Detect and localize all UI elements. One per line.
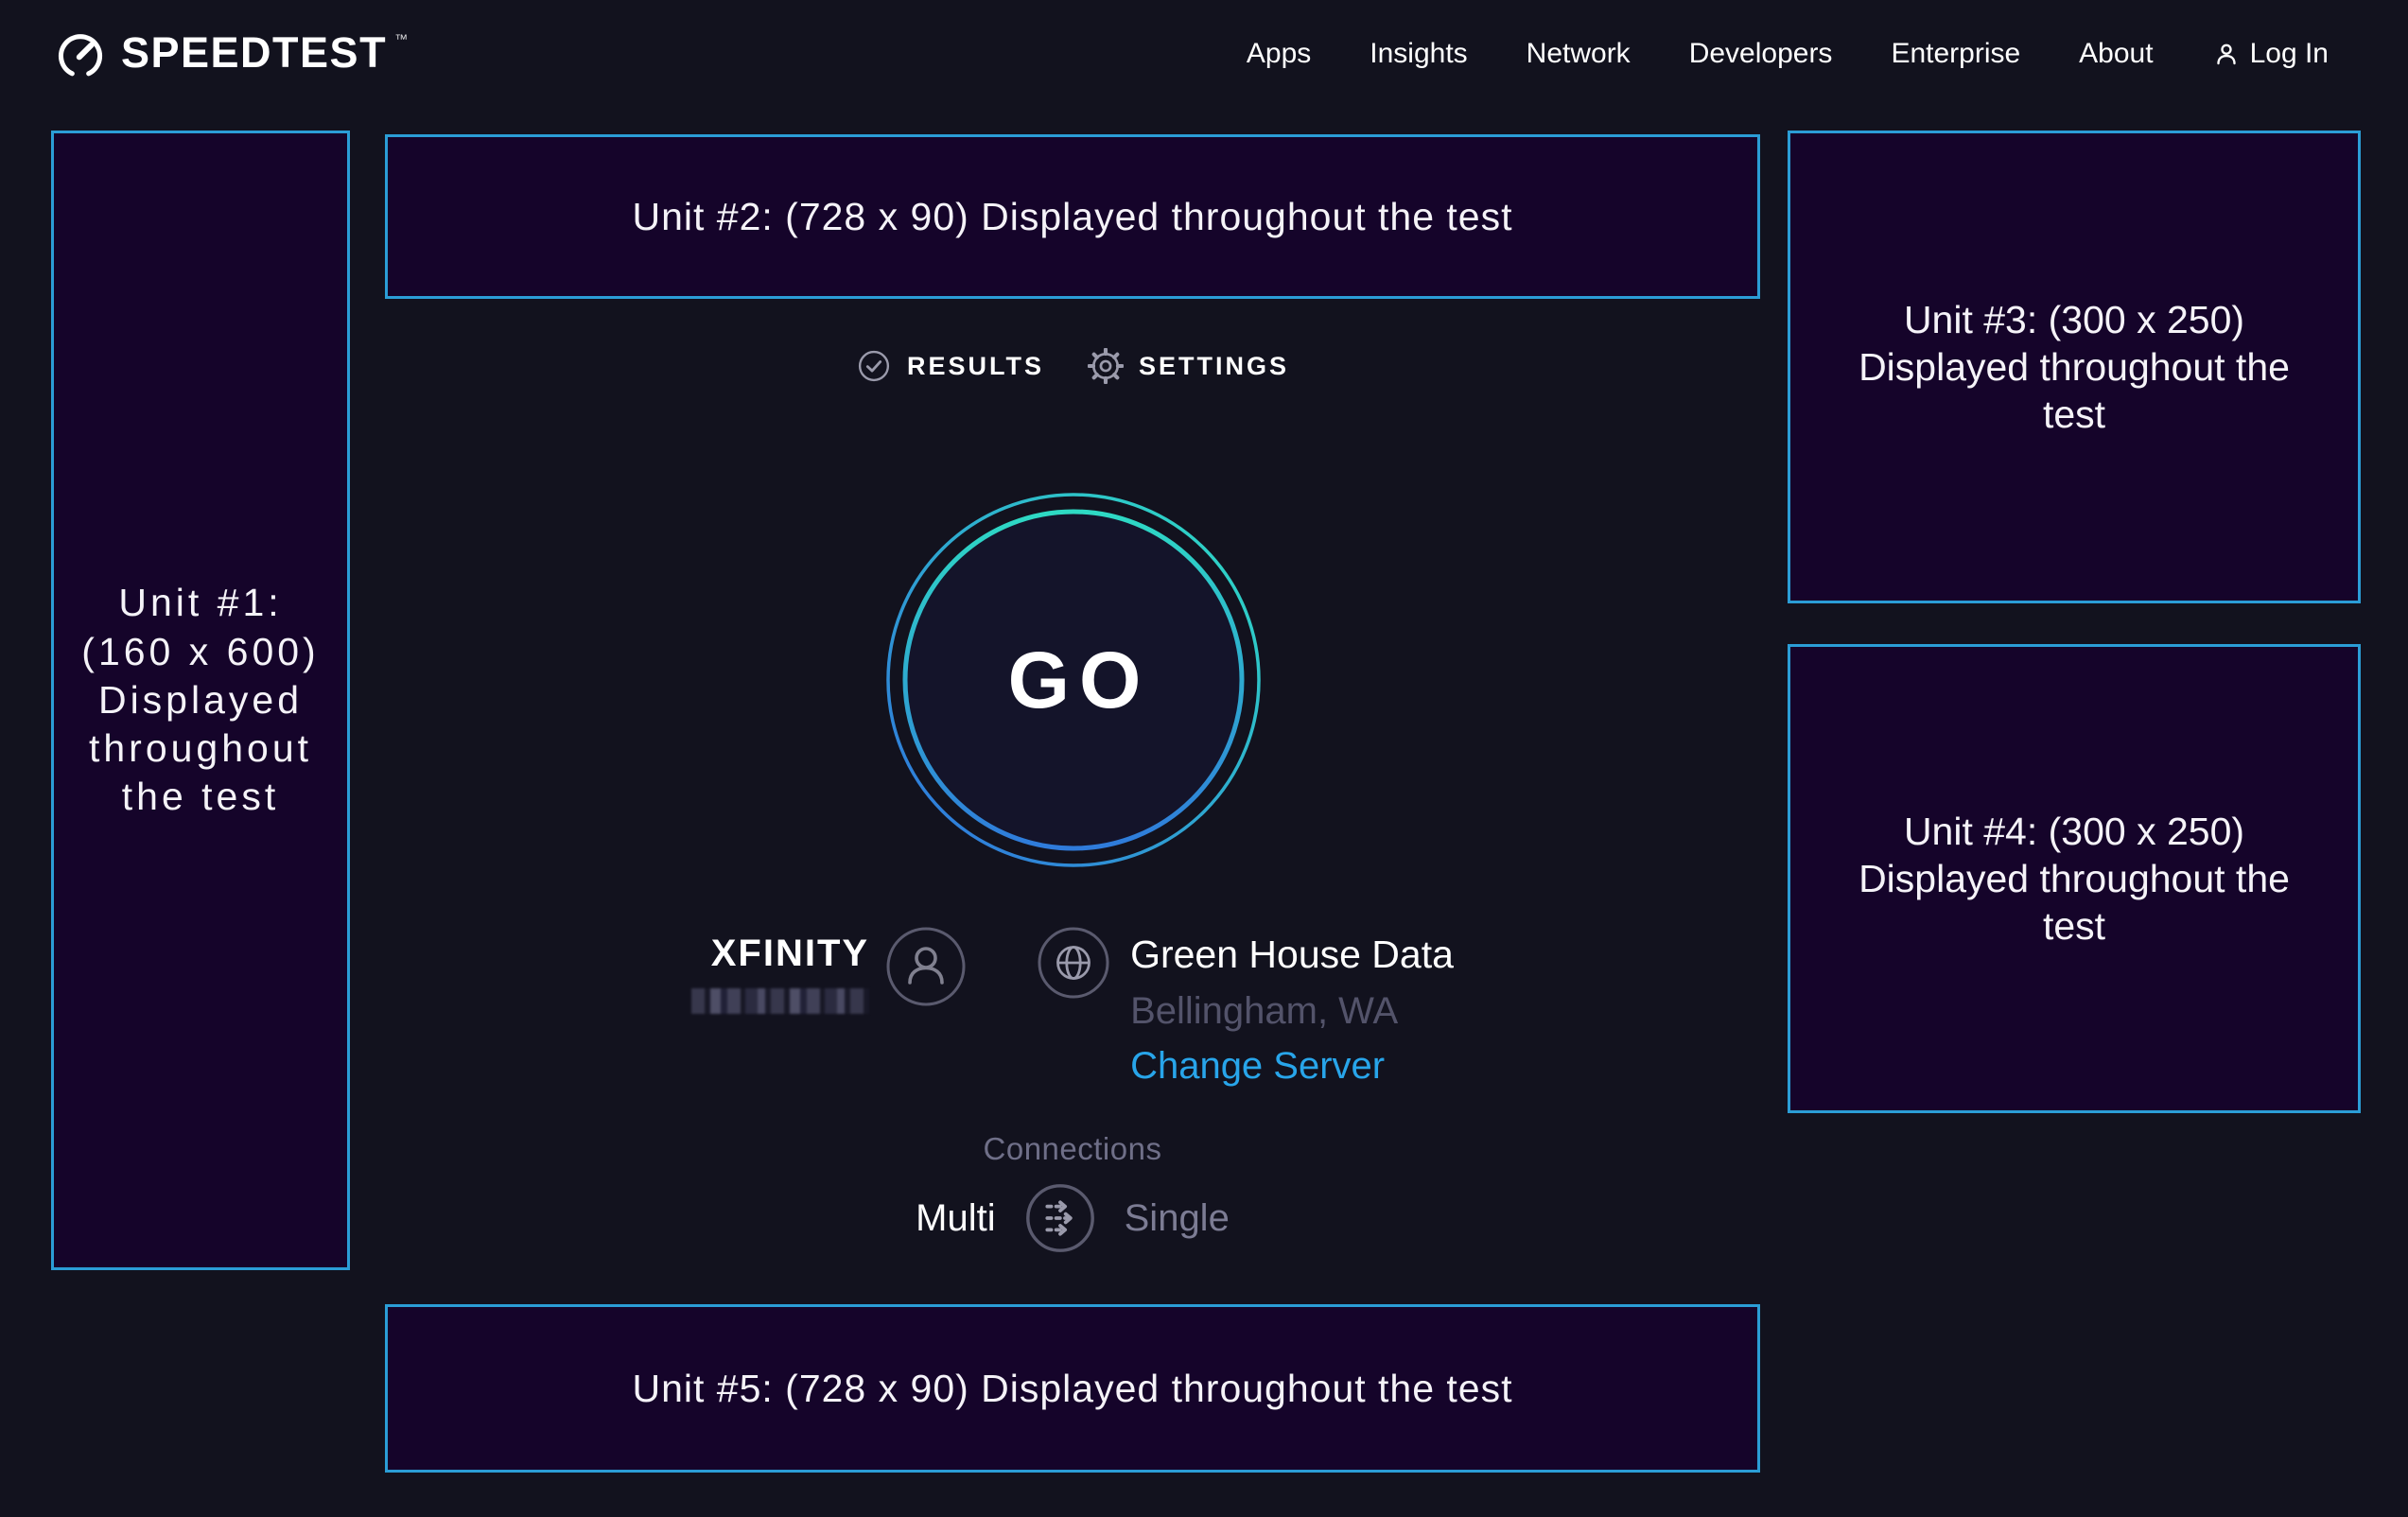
ad-unit-4-label: Unit #4: (300 x 250) Displayed throughou… <box>1838 808 2311 950</box>
top-nav-bar: SPEEDTEST ™ Apps Insights Network Develo… <box>0 0 2408 108</box>
nav-item-enterprise[interactable]: Enterprise <box>1891 38 2020 70</box>
ad-unit-4[interactable]: Unit #4: (300 x 250) Displayed throughou… <box>1788 644 2361 1113</box>
nav-item-network[interactable]: Network <box>1527 38 1631 70</box>
single-connections-option[interactable]: Single <box>1125 1197 1230 1240</box>
settings-tab[interactable]: SETTINGS <box>1088 348 1289 384</box>
isp-block: XFINITY <box>691 927 966 1088</box>
nav-item-about[interactable]: About <box>2079 38 2153 70</box>
nav-item-apps[interactable]: Apps <box>1247 38 1311 70</box>
change-server-link[interactable]: Change Server <box>1130 1045 1385 1088</box>
check-circle-icon <box>856 348 892 384</box>
globe-icon <box>1038 927 1109 999</box>
avatar-icon <box>886 927 966 1006</box>
connection-info: XFINITY Green House Data Bellingham, WA … <box>385 927 1760 1088</box>
gear-icon <box>1088 348 1124 384</box>
user-icon <box>2212 40 2241 68</box>
nav-item-developers[interactable]: Developers <box>1689 38 1833 70</box>
ad-unit-2-label: Unit #2: (728 x 90) Displayed throughout… <box>632 193 1512 240</box>
connections-section: Connections Multi Single <box>385 1131 1760 1254</box>
ad-unit-3[interactable]: Unit #3: (300 x 250) Displayed throughou… <box>1788 131 2361 603</box>
server-location: Bellingham, WA <box>1130 990 1454 1033</box>
nav-item-insights[interactable]: Insights <box>1370 38 1467 70</box>
isp-name: XFINITY <box>691 933 869 975</box>
ad-unit-3-label: Unit #3: (300 x 250) Displayed throughou… <box>1838 296 2311 438</box>
results-tab-label: RESULTS <box>907 352 1044 381</box>
connections-toggle-icon[interactable] <box>1024 1182 1096 1254</box>
speedometer-icon <box>53 27 108 82</box>
logo[interactable]: SPEEDTEST ™ <box>53 26 413 82</box>
login-label: Log In <box>2250 38 2329 70</box>
multi-connections-option[interactable]: Multi <box>916 1197 995 1240</box>
speedtest-page: SPEEDTEST ™ Apps Insights Network Develo… <box>0 0 2408 1517</box>
redacted-ip <box>691 988 869 1014</box>
ad-unit-1[interactable]: Unit #1: (160 x 600) Displayed throughou… <box>51 131 350 1270</box>
go-label: GO <box>884 491 1263 869</box>
ad-unit-2[interactable]: Unit #2: (728 x 90) Displayed throughout… <box>385 134 1760 299</box>
main-nav: Apps Insights Network Developers Enterpr… <box>1247 38 2329 70</box>
logo-text: SPEEDTEST <box>121 26 387 80</box>
server-name: Green House Data <box>1130 933 1454 977</box>
logo-trademark: ™ <box>394 31 408 46</box>
server-block: Green House Data Bellingham, WA Change S… <box>1038 927 1454 1088</box>
connections-label: Connections <box>385 1131 1760 1167</box>
view-tabs: RESULTS SETTINGS <box>385 342 1760 390</box>
go-button[interactable]: GO <box>884 491 1263 869</box>
ad-unit-1-label: Unit #1: (160 x 600) Displayed throughou… <box>67 579 334 821</box>
settings-tab-label: SETTINGS <box>1139 352 1289 381</box>
ad-unit-5-label: Unit #5: (728 x 90) Displayed throughout… <box>632 1365 1512 1412</box>
results-tab[interactable]: RESULTS <box>856 348 1044 384</box>
ad-unit-5[interactable]: Unit #5: (728 x 90) Displayed throughout… <box>385 1304 1760 1473</box>
login-button[interactable]: Log In <box>2212 38 2329 70</box>
